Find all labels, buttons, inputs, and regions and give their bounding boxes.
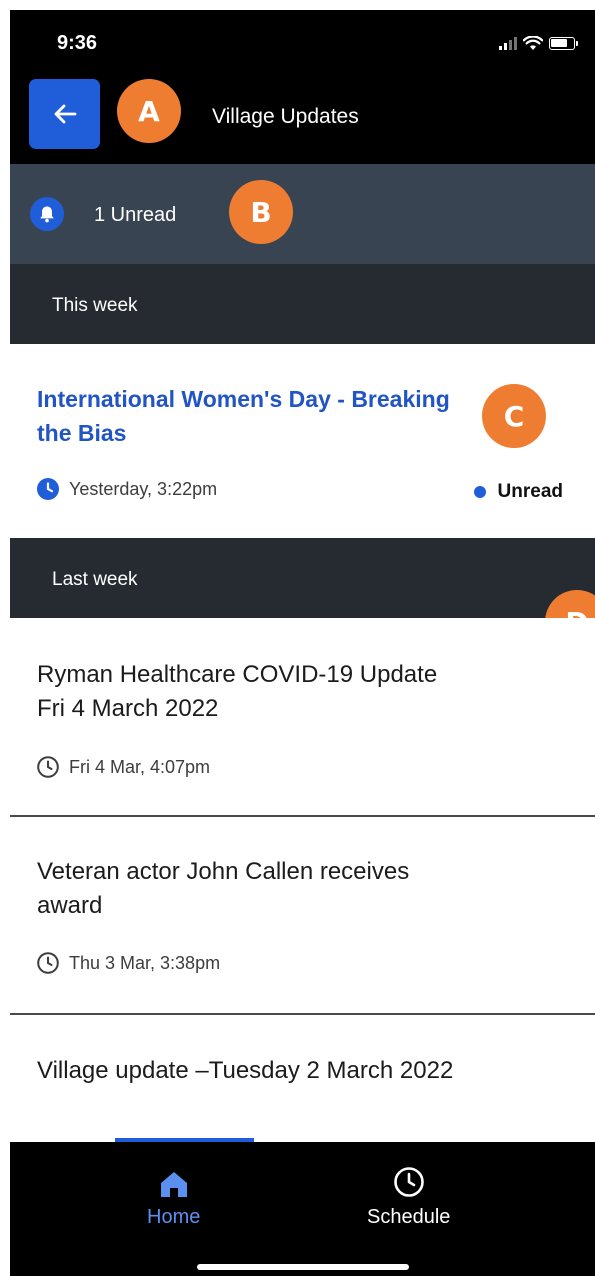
- update-meta: Yesterday, 3:22pm: [37, 478, 217, 500]
- tab-home-label: Home: [147, 1206, 201, 1228]
- status-bar: 9:36: [10, 10, 595, 70]
- battery-icon: [549, 36, 578, 50]
- unread-dot-icon: [473, 486, 486, 498]
- update-title: Veteran actor John Callen receives award: [37, 858, 410, 919]
- active-tab-indicator: [115, 1138, 254, 1142]
- screen: 9:36 Village Updates A 1 Unread B This w…: [10, 10, 595, 1276]
- tab-home[interactable]: Home: [147, 1170, 200, 1229]
- list-item-update[interactable]: Ryman Healthcare COVID-19 Update Fri 4 M…: [10, 618, 595, 815]
- section-header-last-week: Last week: [10, 538, 595, 618]
- unread-status-label: Unread: [497, 481, 563, 502]
- unread-count-label: 1 Unread: [94, 204, 177, 226]
- arrow-left-icon: [54, 104, 76, 124]
- clock-icon: [37, 952, 59, 974]
- page-title: Village Updates: [212, 105, 359, 128]
- home-icon: [160, 1172, 187, 1197]
- wifi-icon: [523, 35, 543, 50]
- annotation-badge-c: C: [482, 384, 546, 448]
- status-time: 9:36: [57, 32, 98, 54]
- bell-icon: [30, 197, 64, 231]
- section-label: Last week: [52, 569, 138, 590]
- status-icons: [499, 34, 578, 52]
- update-meta: Thu 3 Mar, 3:38pm: [37, 952, 220, 974]
- section-header-this-week: This week: [10, 264, 595, 344]
- annotation-badge-b: B: [229, 180, 293, 244]
- signal-icon: [499, 36, 517, 50]
- unread-status: Unread: [473, 481, 563, 503]
- clock-filled-icon: [37, 478, 59, 500]
- clock-icon: [37, 756, 59, 778]
- tab-schedule-label: Schedule: [367, 1206, 451, 1228]
- update-title: Ryman Healthcare COVID-19 Update Fri 4 M…: [37, 661, 438, 722]
- tab-bar: Home Schedule: [10, 1138, 595, 1276]
- list-item-update[interactable]: Veteran actor John Callen receives award…: [10, 817, 595, 1013]
- update-time: Yesterday, 3:22pm: [69, 478, 218, 499]
- tab-schedule[interactable]: Schedule: [367, 1166, 450, 1229]
- back-button[interactable]: [29, 79, 100, 149]
- app-bar: Village Updates: [10, 70, 595, 164]
- update-title: Village update –Tuesday 2 March 2022: [37, 1057, 454, 1084]
- home-indicator: [197, 1264, 409, 1270]
- update-time: Fri 4 Mar, 4:07pm: [69, 756, 211, 777]
- clock-icon: [393, 1167, 424, 1197]
- list-item-update[interactable]: Village update –Tuesday 2 March 2022: [10, 1015, 595, 1142]
- section-label: This week: [52, 295, 138, 316]
- update-meta: Fri 4 Mar, 4:07pm: [37, 756, 210, 778]
- update-title: International Women's Day - Breaking the…: [37, 386, 450, 446]
- update-time: Thu 3 Mar, 3:38pm: [69, 952, 221, 973]
- annotation-badge-a: A: [117, 79, 181, 143]
